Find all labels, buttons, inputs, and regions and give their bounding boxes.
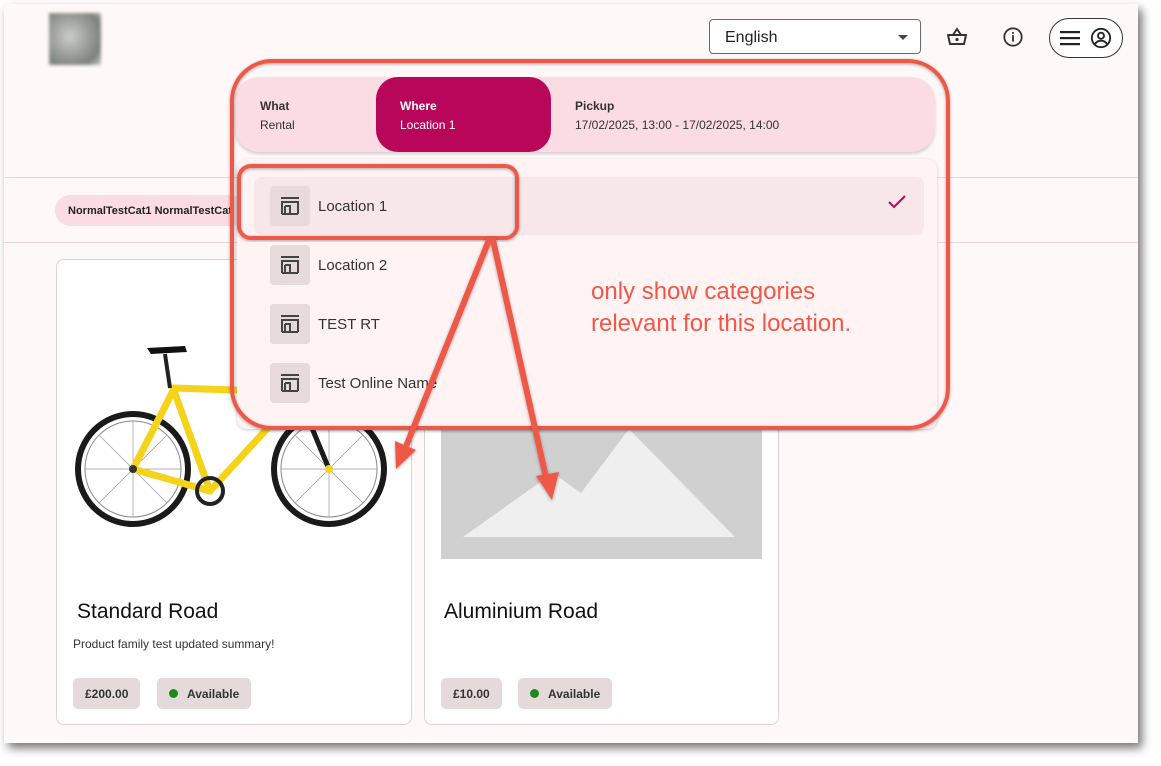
callout-box-location	[237, 164, 519, 240]
callout-box-large	[230, 59, 950, 430]
annotation-overlay	[230, 59, 950, 500]
arrow-to-card-1	[402, 237, 492, 452]
arrow-to-card-2	[490, 237, 550, 485]
app-window: English NormalTestCat1 NormalTestCat Sta…	[4, 4, 1138, 743]
